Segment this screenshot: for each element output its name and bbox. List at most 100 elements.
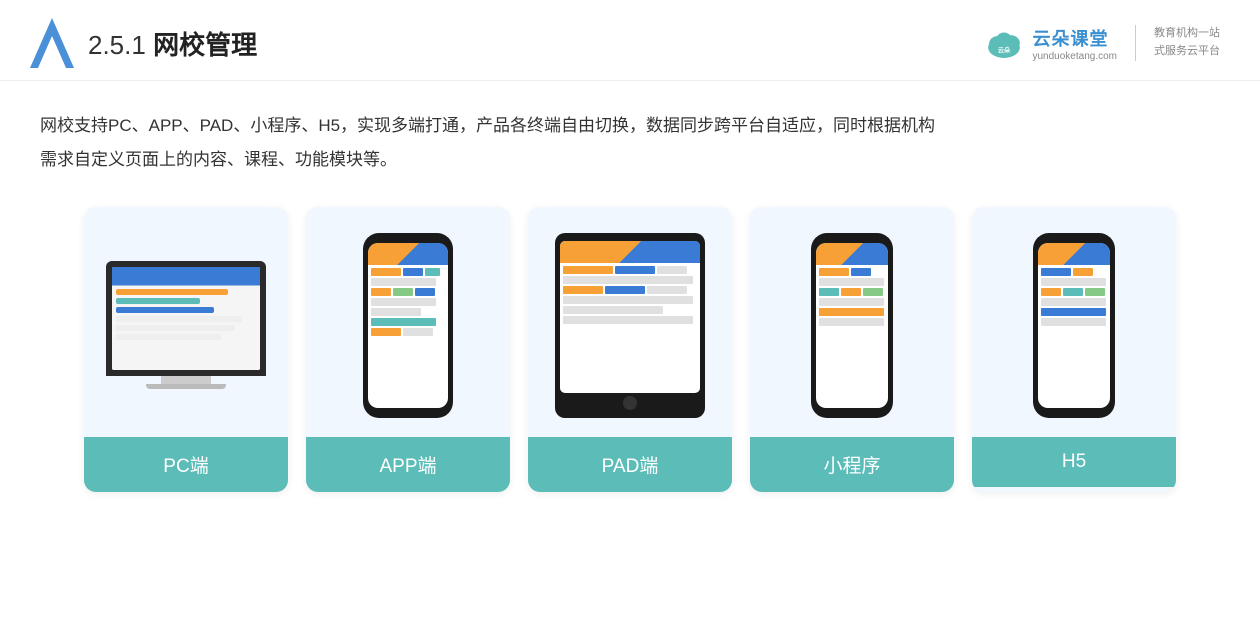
tablet-screen-body <box>560 263 700 329</box>
h5-phone-screen-top <box>1038 243 1110 265</box>
pc-bar-3 <box>116 307 214 313</box>
phone-row-4 <box>371 298 445 306</box>
phone-row-5 <box>371 308 445 316</box>
miniprogram-phone-screen-top <box>816 243 888 265</box>
card-pad-label: PAD端 <box>528 437 732 492</box>
tablet-screen <box>560 241 700 393</box>
tablet-block-2 <box>615 266 655 274</box>
card-pad-image-area <box>528 207 732 437</box>
section-name: 网校管理 <box>153 30 257 60</box>
phone-block-3 <box>425 268 440 276</box>
phone-row-2 <box>371 278 445 286</box>
h5-block-6 <box>1085 288 1105 296</box>
tablet-row-2 <box>563 276 697 284</box>
miniprogram-block-2 <box>851 268 871 276</box>
tablet-block-6 <box>605 286 645 294</box>
pc-bar-6 <box>116 334 221 340</box>
miniprogram-row-4 <box>819 298 885 306</box>
pc-screen-content <box>112 267 260 370</box>
description-line2: 需求自定义页面上的内容、课程、功能模块等。 <box>40 143 1220 177</box>
phone-block-5 <box>371 288 391 296</box>
tablet-block-10 <box>563 316 693 324</box>
h5-row-4 <box>1041 298 1107 306</box>
tablet-block-1 <box>563 266 613 274</box>
page-title: 2.5.1 网校管理 <box>88 25 257 62</box>
tablet-block-4 <box>563 276 693 284</box>
phone-block-6 <box>393 288 413 296</box>
phone-block-1 <box>371 268 401 276</box>
card-miniprogram-label: 小程序 <box>750 437 954 492</box>
phone-row-6 <box>371 318 445 326</box>
pc-bar-1 <box>116 289 228 295</box>
h5-block-8 <box>1041 308 1106 316</box>
logo-brand-text: 云朵课堂 <box>1032 25 1108 51</box>
card-miniprogram: 小程序 <box>750 207 954 492</box>
h5-phone-mockup <box>1033 233 1115 418</box>
h5-phone-screen-body <box>1038 265 1110 331</box>
logo-url-text: yunduoketang.com <box>1032 51 1117 62</box>
pc-content-bars <box>116 289 256 343</box>
tablet-home-circle <box>623 396 637 410</box>
app-phone-mockup <box>363 233 453 418</box>
miniprogram-block-8 <box>819 308 884 316</box>
logo-cloud: 云朵 云朵课堂 yunduoketang.com <box>982 21 1117 65</box>
pc-stand <box>161 376 211 384</box>
h5-block-4 <box>1041 288 1061 296</box>
pc-base <box>146 384 226 389</box>
tablet-row-1 <box>563 266 697 274</box>
pc-bar-2 <box>116 298 200 304</box>
logo-divider <box>1135 25 1136 61</box>
h5-row-6 <box>1041 318 1107 326</box>
miniprogram-row-5 <box>819 308 885 316</box>
tablet-block-8 <box>563 296 693 304</box>
miniprogram-row-6 <box>819 318 885 326</box>
logo-triangle-icon <box>30 18 74 68</box>
description-block: 网校支持PC、APP、PAD、小程序、H5，实现多端打通，产品各终端自由切换，数… <box>0 81 1260 187</box>
miniprogram-row-3 <box>819 288 885 296</box>
miniprogram-block-1 <box>819 268 849 276</box>
page: 2.5.1 网校管理 云朵 云朵课堂 yunduoketang.com <box>0 0 1260 630</box>
miniprogram-phone-screen-body <box>816 265 888 331</box>
tablet-block-9 <box>563 306 663 314</box>
miniprogram-block-9 <box>819 318 884 326</box>
pc-screen-inner <box>112 267 260 370</box>
miniprogram-block-4 <box>819 288 839 296</box>
pc-mockup <box>102 261 270 389</box>
phone-block-7 <box>415 288 435 296</box>
card-miniprogram-image-area <box>750 207 954 437</box>
miniprogram-block-5 <box>841 288 861 296</box>
tablet-mockup <box>555 233 705 418</box>
h5-phone-notch <box>1059 233 1089 239</box>
phone-screen-top <box>368 243 448 265</box>
phone-block-4 <box>371 278 436 286</box>
pc-bar-4 <box>116 316 242 322</box>
h5-block-9 <box>1041 318 1106 326</box>
phone-block-12 <box>403 328 433 336</box>
h5-row-3 <box>1041 288 1107 296</box>
miniprogram-phone-screen <box>816 243 888 408</box>
h5-block-1 <box>1041 268 1071 276</box>
card-pc-label: PC端 <box>84 437 288 492</box>
header-left: 2.5.1 网校管理 <box>30 18 257 68</box>
svg-text:云朵: 云朵 <box>998 47 1011 55</box>
h5-row-1 <box>1041 268 1107 276</box>
tablet-row-5 <box>563 306 697 314</box>
card-app: APP端 <box>306 207 510 492</box>
card-h5: H5 <box>972 207 1176 492</box>
miniprogram-phone-mockup <box>811 233 893 418</box>
miniprogram-block-6 <box>863 288 883 296</box>
logo-text-block: 云朵课堂 yunduoketang.com <box>1032 25 1117 62</box>
phone-block-2 <box>403 268 423 276</box>
cloud-logo-icon: 云朵 <box>982 21 1026 65</box>
h5-block-3 <box>1041 278 1106 286</box>
miniprogram-row-1 <box>819 268 885 276</box>
pc-screen-frame <box>106 261 266 376</box>
card-h5-label: H5 <box>972 437 1176 487</box>
card-pc: PC端 <box>84 207 288 492</box>
phone-row-7 <box>371 328 445 336</box>
phone-block-10 <box>371 318 436 326</box>
card-pad: PAD端 <box>528 207 732 492</box>
miniprogram-phone-notch <box>837 233 867 239</box>
phone-block-8 <box>371 298 436 306</box>
h5-row-5 <box>1041 308 1107 316</box>
